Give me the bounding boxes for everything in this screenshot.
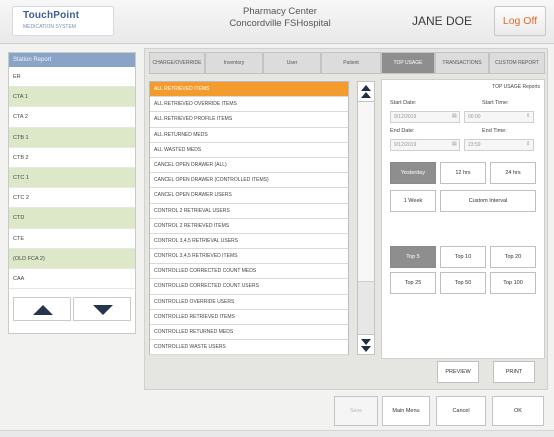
top-20-button[interactable]: Top 20	[490, 246, 536, 268]
double-up-icon	[361, 85, 371, 91]
report-options: TOP USAGE Reports Start Date: Start Time…	[381, 79, 545, 359]
station-item[interactable]: CTA 1	[9, 87, 135, 108]
calendar-icon[interactable]: ▤	[452, 141, 457, 147]
station-item[interactable]: CTA 2	[9, 107, 135, 128]
report-item[interactable]: CONTROLLED WASTE USERS	[150, 340, 348, 356]
report-item[interactable]: CONTROL 2 RETRIEVED ITEMS	[150, 219, 348, 234]
end-date-field[interactable]: 9/12/2019	[390, 139, 460, 151]
report-item[interactable]: ALL RETRIEVED OVERRIDE ITEMS	[150, 97, 348, 113]
report-item[interactable]: CONTROL 3,4,5 RETRIEVAL USERS	[150, 234, 348, 250]
top-100-button[interactable]: Top 100	[490, 272, 536, 294]
station-item[interactable]: CAA	[9, 269, 135, 290]
station-scroll-down-button[interactable]	[73, 297, 131, 321]
station-scroll-up-button[interactable]	[13, 297, 71, 321]
station-report-header: Station Report	[9, 53, 135, 67]
report-item[interactable]: CONTROL 2 RETRIEVAL USERS	[150, 204, 348, 219]
station-item[interactable]: CTB 1	[9, 127, 135, 148]
top-5-button[interactable]: Top 5	[390, 246, 436, 268]
top-25-button[interactable]: Top 25	[390, 272, 436, 294]
station-item[interactable]: (OLD FCA 2)	[9, 248, 135, 269]
double-up-icon	[361, 92, 371, 98]
arrow-up-icon	[33, 305, 53, 315]
report-item[interactable]: ALL RETRIEVED ITEMS	[150, 82, 348, 98]
station-item[interactable]: ER	[9, 67, 135, 88]
report-item[interactable]: CONTROLLED CORRECTED COUNT MEDS	[150, 264, 348, 280]
report-list: ALL RETRIEVED ITEMS ALL RETRIEVED OVERRI…	[149, 81, 349, 356]
station-item[interactable]: CTC 2	[9, 188, 135, 209]
report-scrollbar[interactable]	[357, 81, 375, 355]
start-date-label: Start Date:	[390, 100, 417, 106]
location-title: Pharmacy Center Concordville FSHospital	[200, 6, 360, 30]
report-item[interactable]: ALL RETURNED MEDS	[150, 128, 348, 143]
station-item[interactable]: CTB 2	[9, 148, 135, 168]
report-item[interactable]: ALL RETRIEVED PROFILE ITEMS	[150, 112, 348, 128]
double-down-icon	[361, 346, 371, 352]
12-hrs-button[interactable]: 12 hrs	[440, 162, 486, 184]
tab-charge-override[interactable]: CHARGE/OVERRIDE	[149, 52, 205, 74]
app-header: TouchPoint MEDICATION SYSTEM Pharmacy Ce…	[0, 0, 554, 44]
scroll-thumb[interactable]	[358, 102, 374, 282]
station-list: ER CTA 1 CTA 2 CTB 1 CTB 2 CTC 1 CTC 2 C…	[9, 67, 135, 290]
station-item[interactable]: CTD	[9, 208, 135, 229]
report-panel: CHARGE/OVERRIDE Inventory User Patient T…	[144, 48, 548, 390]
scroll-to-bottom-button[interactable]	[358, 334, 374, 354]
report-item[interactable]: CONTROLLED RETRIEVED ITEMS	[150, 310, 348, 325]
tab-top-usage[interactable]: TOP USAGE	[381, 52, 435, 74]
stepper-icon[interactable]: ⇕	[526, 113, 530, 119]
options-title: TOP USAGE Reports	[492, 84, 540, 90]
start-date-field[interactable]: 9/12/2019	[390, 111, 460, 123]
station-panel: Station Report ER CTA 1 CTA 2 CTB 1 CTB …	[8, 52, 136, 334]
end-date-label: End Date:	[390, 128, 415, 134]
top-10-button[interactable]: Top 10	[440, 246, 486, 268]
station-nav	[9, 297, 135, 321]
end-time-field[interactable]: 23:59	[464, 139, 534, 151]
station-item[interactable]: CTE	[9, 229, 135, 249]
24-hrs-button[interactable]: 24 hrs	[490, 162, 536, 184]
user-name: JANE DOE	[412, 14, 473, 28]
top-50-button[interactable]: Top 50	[440, 272, 486, 294]
report-item[interactable]: CONTROLLED OVERRIDE USERS	[150, 295, 348, 310]
app-title-line1: Pharmacy Center	[243, 6, 317, 17]
start-time-field[interactable]: 00:00	[464, 111, 534, 123]
start-time-label: Start Time:	[482, 100, 509, 106]
report-item[interactable]: CANCEL OPEN DRAWER (CONTROLLED ITEMS)	[150, 173, 348, 189]
report-item[interactable]: CANCEL OPEN DRAWER (ALL)	[150, 158, 348, 174]
report-item[interactable]: ALL WASTED MEDS	[150, 143, 348, 158]
touchpoint-logo: TouchPoint MEDICATION SYSTEM	[12, 6, 114, 36]
report-item[interactable]: CANCEL OPEN DRAWER USERS	[150, 188, 348, 204]
logo-text: TouchPoint	[23, 10, 80, 21]
main-menu-button[interactable]: Main Menu	[382, 396, 430, 426]
scroll-to-top-button[interactable]	[358, 82, 374, 102]
stepper-icon[interactable]: ⇕	[526, 141, 530, 147]
end-time-label: End Time:	[482, 128, 507, 134]
ok-button[interactable]: OK	[492, 396, 544, 426]
double-down-icon	[361, 339, 371, 345]
calendar-icon[interactable]: ▤	[452, 113, 457, 119]
tab-inventory[interactable]: Inventory	[205, 52, 263, 74]
logo-subtext: MEDICATION SYSTEM	[23, 24, 76, 30]
app-title-line2: Concordville FSHospital	[229, 18, 331, 29]
tab-custom-report[interactable]: CUSTOM REPORT	[489, 52, 545, 74]
report-tabs: CHARGE/OVERRIDE Inventory User Patient T…	[149, 52, 545, 74]
station-item[interactable]: CTC 1	[9, 167, 135, 189]
yesterday-button[interactable]: Yesterday	[390, 162, 436, 184]
tab-patient[interactable]: Patient	[321, 52, 381, 74]
status-bar	[0, 430, 554, 437]
tab-user[interactable]: User	[263, 52, 321, 74]
report-item[interactable]: CONTROLLED RETURNED MEDS	[150, 325, 348, 341]
custom-interval-button[interactable]: Custom Interval	[440, 190, 536, 212]
arrow-down-icon	[93, 305, 113, 315]
tab-transactions[interactable]: TRANSACTIONS	[435, 52, 489, 74]
print-button[interactable]: PRINT	[493, 361, 535, 383]
preview-button[interactable]: PREVIEW	[437, 361, 479, 383]
1-week-button[interactable]: 1 Week	[390, 190, 436, 212]
save-button[interactable]: Save	[334, 396, 378, 426]
report-item[interactable]: CONTROL 3,4,5 RETRIEVED ITEMS	[150, 249, 348, 265]
cancel-button[interactable]: Cancel	[436, 396, 486, 426]
report-item[interactable]: CONTROLLED CORRECTED COUNT USERS	[150, 279, 348, 295]
log-off-button[interactable]: Log Off	[494, 6, 546, 36]
